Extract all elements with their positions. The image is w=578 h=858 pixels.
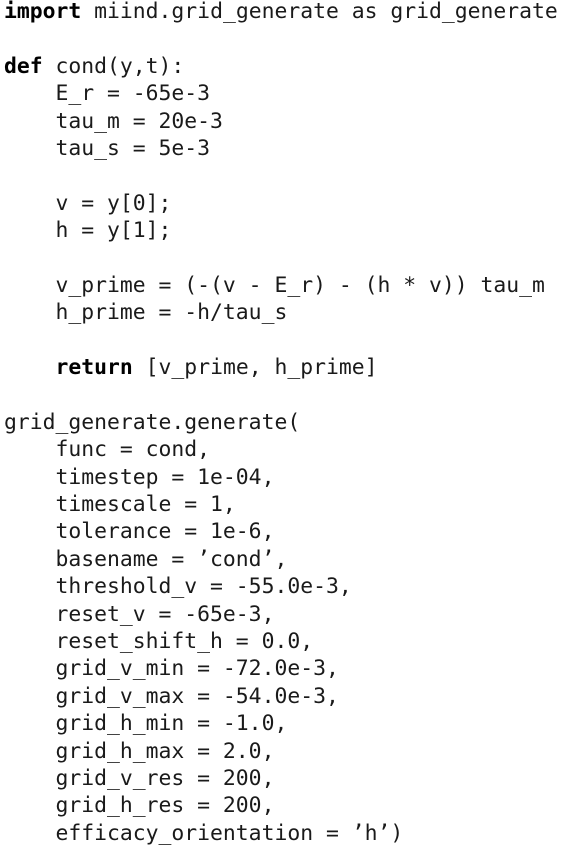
code-line: v_prime = (-(v - E_r) - (h * v)) tau_m [0, 272, 578, 299]
code-line: reset_shift_h = 0.0, [0, 628, 578, 655]
code-text: h = y[1]; [4, 218, 172, 244]
code-line: grid_v_min = -72.0e-3, [0, 655, 578, 682]
code-listing-body: import miind.grid_generate as grid_gener… [0, 0, 578, 847]
code-text: E_r = -65e-3 [4, 81, 211, 107]
code-line: grid_v_res = 200, [0, 765, 578, 792]
code-line: grid_h_max = 2.0, [0, 738, 578, 765]
code-text: v_prime = (-(v - E_r) - (h * v)) tau_m [4, 272, 545, 298]
code-line: threshold_v = -55.0e-3, [0, 573, 578, 600]
code-line: return [v_prime, h_prime] [0, 354, 578, 381]
code-text: cond(y,t): [42, 53, 185, 79]
code-text: [v_prime, h_prime] [132, 355, 378, 381]
code-text: timestep = 1e-04, [4, 464, 275, 490]
code-line: tolerance = 1e-6, [0, 518, 578, 545]
code-text: grid_v_min = -72.0e-3, [4, 656, 339, 682]
code-text: reset_v = -65e-3, [4, 601, 275, 627]
code-line: basename = ’cond’, [0, 546, 578, 573]
code-text: timescale = 1, [4, 492, 236, 518]
code-line: tau_s = 5e-3 [0, 135, 578, 162]
code-text: basename = ’cond’, [4, 546, 288, 572]
code-text: grid_v_max = -54.0e-3, [4, 683, 339, 709]
code-text: grid_generate.generate( [4, 409, 301, 435]
code-keyword: return [4, 355, 133, 381]
code-line: h = y[1]; [0, 217, 578, 244]
code-line: func = cond, [0, 436, 578, 463]
code-text: tau_s = 5e-3 [4, 135, 211, 161]
code-text: efficacy_orientation = ’h’) [4, 820, 404, 846]
code-line: timescale = 1, [0, 491, 578, 518]
code-line: reset_v = -65e-3, [0, 601, 578, 628]
code-text: grid_h_res = 200, [4, 793, 275, 819]
code-line: grid_h_min = -1.0, [0, 710, 578, 737]
code-line: efficacy_orientation = ’h’) [0, 820, 578, 847]
code-keyword: def [4, 53, 43, 79]
code-line: timestep = 1e-04, [0, 464, 578, 491]
code-text: grid_v_res = 200, [4, 765, 275, 791]
code-text: tau_m = 20e-3 [4, 108, 223, 134]
code-line: v = y[0]; [0, 190, 578, 217]
code-line: E_r = -65e-3 [0, 80, 578, 107]
code-keyword: import [4, 0, 82, 24]
code-text: reset_shift_h = 0.0, [4, 628, 314, 654]
code-text: grid_h_min = -1.0, [4, 711, 288, 737]
code-line: grid_h_res = 200, [0, 792, 578, 819]
code-line: def cond(y,t): [0, 53, 578, 80]
code-line: h_prime = -h/tau_s [0, 299, 578, 326]
code-line: import miind.grid_generate as grid_gener… [0, 0, 578, 25]
code-text: tolerance = 1e-6, [4, 519, 275, 545]
code-text: miind.grid_generate as grid_generate [81, 0, 558, 24]
code-text: v = y[0]; [4, 190, 172, 216]
code-text: func = cond, [4, 437, 211, 463]
code-line: grid_v_max = -54.0e-3, [0, 683, 578, 710]
code-text: h_prime = -h/tau_s [4, 300, 288, 326]
code-listing: import miind.grid_generate as grid_gener… [0, 0, 578, 858]
code-line: grid_generate.generate( [0, 409, 578, 436]
code-text: grid_h_max = 2.0, [4, 738, 275, 764]
code-text: threshold_v = -55.0e-3, [4, 574, 352, 600]
code-line: tau_m = 20e-3 [0, 108, 578, 135]
